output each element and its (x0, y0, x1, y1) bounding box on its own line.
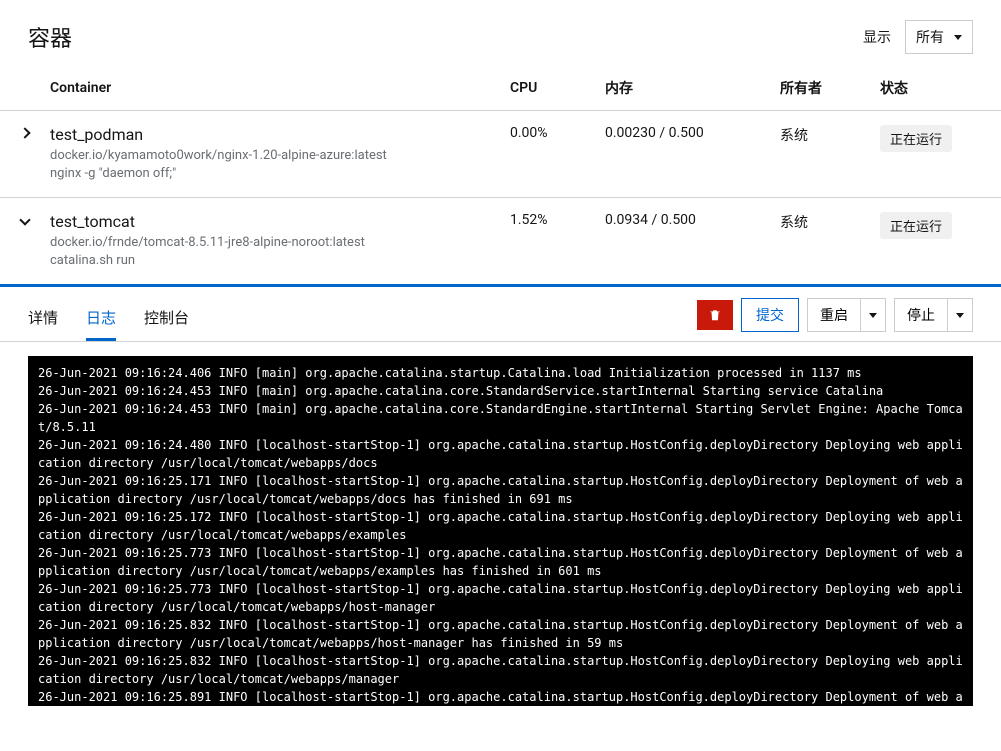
col-cpu[interactable]: CPU (510, 66, 605, 111)
container-name[interactable]: test_tomcat (50, 212, 510, 231)
caret-down-icon (869, 313, 877, 318)
trash-icon (708, 308, 722, 322)
restart-dropdown[interactable] (861, 298, 886, 332)
tab-logs[interactable]: 日志 (86, 297, 116, 341)
header-controls: 显示 所有 (863, 20, 973, 54)
col-container[interactable]: Container (50, 66, 510, 111)
tab-details[interactable]: 详情 (28, 297, 58, 341)
stop-dropdown[interactable] (948, 298, 973, 332)
col-memory[interactable]: 内存 (605, 66, 780, 111)
stop-button[interactable]: 停止 (894, 298, 948, 332)
container-image: docker.io/frnde/tomcat-8.5.11-jre8-alpin… (50, 235, 510, 250)
delete-button[interactable] (697, 300, 733, 330)
col-status[interactable]: 状态 (880, 66, 1001, 111)
container-command: catalina.sh run (50, 253, 510, 268)
page-title: 容器 (28, 21, 72, 53)
caret-down-icon (956, 313, 964, 318)
expand-toggle[interactable] (0, 111, 50, 198)
col-owner[interactable]: 所有者 (780, 66, 880, 111)
table-row: test_tomcat docker.io/frnde/tomcat-8.5.1… (0, 198, 1001, 286)
container-image: docker.io/kyamamoto0work/nginx-1.20-alpi… (50, 148, 510, 163)
container-name[interactable]: test_podman (50, 125, 510, 144)
caret-down-icon (954, 35, 962, 40)
commit-button[interactable]: 提交 (741, 298, 799, 332)
cpu-value: 1.52% (510, 198, 605, 286)
filter-value: 所有 (916, 27, 944, 47)
expand-toggle[interactable] (0, 198, 50, 286)
chevron-right-icon (19, 127, 30, 138)
table-row: test_podman docker.io/kyamamoto0work/ngi… (0, 111, 1001, 198)
container-command: nginx -g "daemon off;" (50, 166, 510, 181)
memory-value: 0.00230 / 0.500 (605, 111, 780, 198)
filter-select[interactable]: 所有 (905, 20, 973, 54)
display-label: 显示 (863, 27, 891, 47)
owner-value: 系统 (780, 198, 880, 286)
tab-console[interactable]: 控制台 (144, 297, 189, 341)
memory-value: 0.0934 / 0.500 (605, 198, 780, 286)
chevron-down-icon (19, 214, 30, 225)
owner-value: 系统 (780, 111, 880, 198)
detail-tabs: 详情 日志 控制台 提交 重启 停止 (0, 287, 1001, 342)
col-expand (0, 66, 50, 111)
cpu-value: 0.00% (510, 111, 605, 198)
tabs-actions: 提交 重启 停止 (697, 298, 973, 340)
restart-button[interactable]: 重启 (807, 298, 861, 332)
restart-split: 重启 (807, 298, 886, 332)
containers-table: Container CPU 内存 所有者 状态 test_podman dock… (0, 66, 1001, 287)
status-badge: 正在运行 (880, 125, 952, 152)
log-output[interactable]: 26-Jun-2021 09:16:24.406 INFO [main] org… (28, 356, 973, 706)
tabs-left: 详情 日志 控制台 (28, 297, 189, 341)
stop-split: 停止 (894, 298, 973, 332)
status-badge: 正在运行 (880, 212, 952, 239)
page-header: 容器 显示 所有 (0, 0, 1001, 66)
